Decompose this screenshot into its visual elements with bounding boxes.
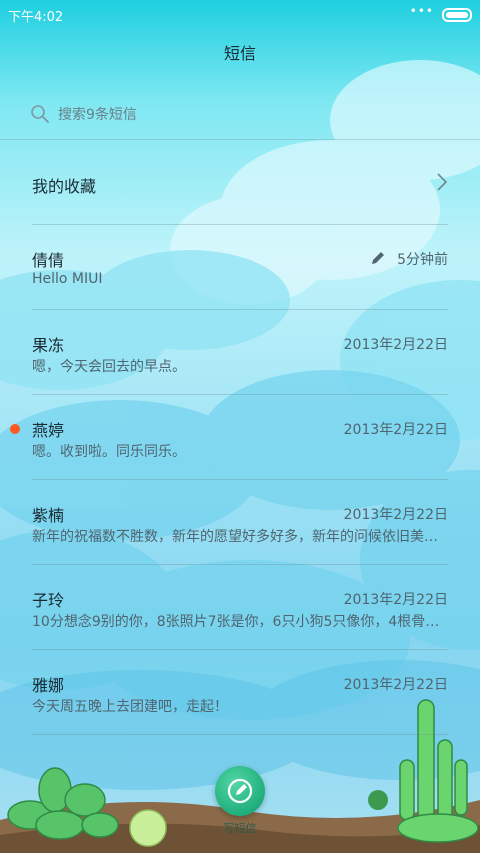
conversation-row[interactable]: 倩倩 5分钟前 Hello MIUI bbox=[32, 225, 448, 310]
unread-indicator bbox=[10, 424, 20, 434]
message-time: 2013年2月22日 bbox=[343, 677, 448, 693]
conversation-row[interactable]: 果冻 2013年2月22日 嗯，今天会回去的早点。 bbox=[32, 310, 448, 395]
message-preview: Hello MIUI bbox=[32, 271, 103, 287]
favorites-label: 我的收藏 bbox=[32, 177, 97, 196]
message-preview: 嗯。收到啦。同乐同乐。 bbox=[32, 444, 186, 460]
search-input[interactable]: 搜索9条短信 bbox=[58, 104, 137, 124]
status-dots: ••• bbox=[409, 4, 434, 18]
status-bar: 下午4:02 ••• bbox=[0, 0, 480, 28]
message-time: 2013年2月22日 bbox=[343, 507, 448, 523]
compose-icon bbox=[227, 778, 253, 804]
contact-name: 燕婷 bbox=[32, 421, 65, 440]
page-title: 短信 bbox=[223, 44, 256, 63]
message-preview: 嗯，今天会回去的早点。 bbox=[32, 359, 186, 375]
message-preview: 10分想念9别的你，8张照片7张是你，6只小狗5只像你，4根骨… bbox=[32, 614, 440, 630]
conversation-list: 我的收藏 倩倩 5分钟前 Hello MIUI 果冻 2013年2月22日 嗯，… bbox=[0, 140, 480, 735]
contact-name: 子玲 bbox=[32, 591, 65, 610]
battery-icon bbox=[442, 8, 472, 22]
pencil-icon bbox=[372, 252, 384, 264]
search-bar[interactable]: 搜索9条短信 bbox=[30, 100, 450, 128]
conversation-row[interactable]: 燕婷 2013年2月22日 嗯。收到啦。同乐同乐。 bbox=[10, 395, 448, 480]
contact-name: 紫楠 bbox=[32, 506, 65, 525]
contact-name: 雅娜 bbox=[32, 676, 65, 695]
conversation-row[interactable]: 紫楠 2013年2月22日 新年的祝福数不胜数，新年的愿望好多好多，新年的问候依… bbox=[32, 480, 448, 565]
favorites-row[interactable]: 我的收藏 bbox=[32, 140, 448, 225]
conversation-row[interactable]: 子玲 2013年2月22日 10分想念9别的你，8张照片7张是你，6只小狗5只像… bbox=[32, 565, 448, 650]
message-preview: 今天周五晚上去团建吧，走起！ bbox=[32, 699, 228, 715]
contact-name: 果冻 bbox=[32, 336, 65, 355]
message-time: 2013年2月22日 bbox=[343, 592, 448, 608]
message-time: 5分钟前 bbox=[397, 252, 448, 268]
conversation-row[interactable]: 雅娜 2013年2月22日 今天周五晚上去团建吧，走起！ bbox=[32, 650, 448, 735]
contact-name: 倩倩 bbox=[32, 251, 65, 270]
message-time: 2013年2月22日 bbox=[343, 422, 448, 438]
status-time: 下午4:02 bbox=[8, 10, 64, 25]
compose-circle[interactable] bbox=[215, 766, 265, 816]
compose-label: 写短信 bbox=[223, 822, 257, 835]
search-icon bbox=[31, 105, 49, 123]
compose-button[interactable]: 写短信 bbox=[213, 766, 267, 836]
chevron-right-icon bbox=[437, 173, 448, 191]
message-time: 2013年2月22日 bbox=[343, 337, 448, 353]
message-preview: 新年的祝福数不胜数，新年的愿望好多好多，新年的问候依旧美… bbox=[32, 529, 438, 545]
